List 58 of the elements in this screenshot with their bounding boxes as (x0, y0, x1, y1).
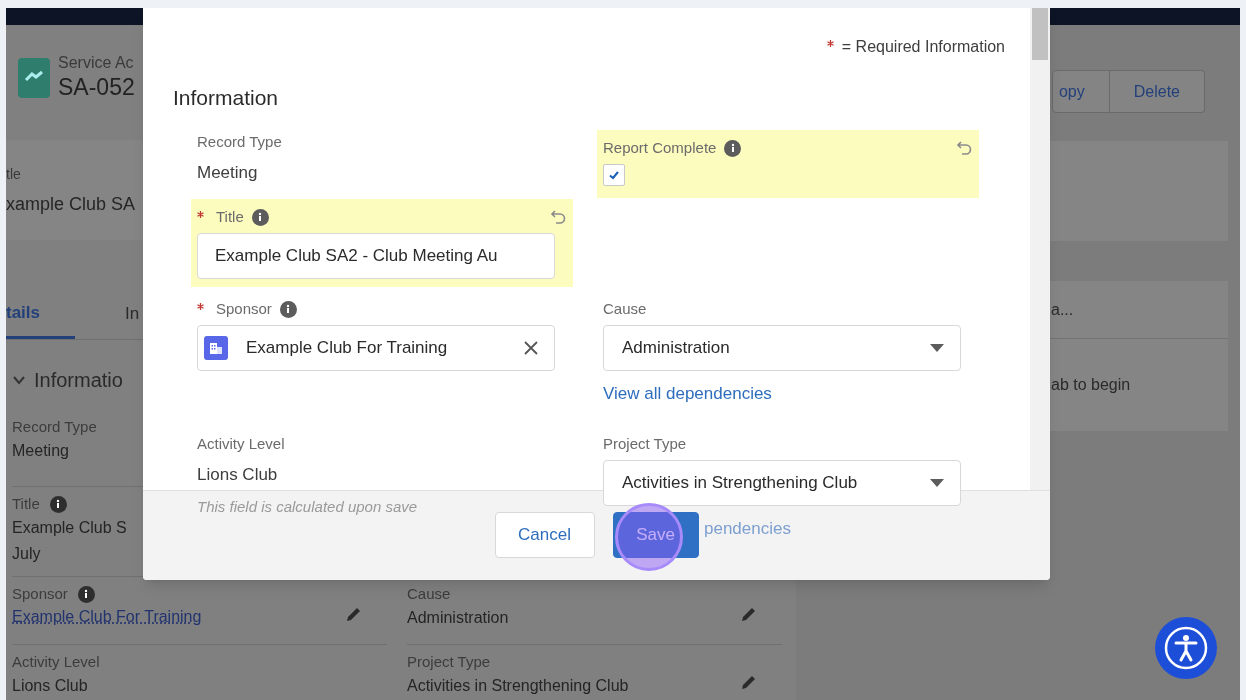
field-value: Meeting (12, 441, 69, 461)
checkbox[interactable] (603, 164, 625, 186)
field-label: Record Type (197, 131, 282, 152)
scrollbar[interactable] (1030, 8, 1050, 490)
tab[interactable]: In (125, 289, 140, 339)
field-label: Project Type (407, 651, 491, 672)
caret-icon (930, 478, 944, 488)
lookup-field[interactable]: Example Club For Training (197, 325, 555, 371)
caret-icon (930, 343, 944, 353)
dependencies-link[interactable]: pendencies (704, 516, 791, 542)
field-value: Administration (407, 608, 509, 628)
dependencies-link[interactable]: View all dependencies (603, 381, 772, 407)
field-label: Sponsor (216, 298, 272, 319)
title-input[interactable]: Example Club SA2 - Club Meeting Au (197, 233, 555, 279)
field-value: xample Club SA (6, 193, 136, 216)
dropdown-field[interactable]: Activities in Strengthening Club (603, 460, 961, 506)
field-value: Lions Club (197, 464, 278, 486)
clear-icon[interactable] (524, 341, 538, 355)
action-button[interactable]: Delete (1109, 70, 1205, 113)
pencil-icon[interactable] (345, 605, 363, 623)
action-button[interactable]: opy (1051, 70, 1110, 113)
field-label: Cause (407, 583, 451, 604)
sponsor-link[interactable]: Example Club For Training (12, 605, 202, 629)
field-label: tle (6, 165, 21, 184)
undo-icon[interactable] (955, 139, 973, 157)
field-label: Project Type (603, 433, 687, 454)
empty-message: ab to begin (1051, 376, 1131, 393)
section-title: Information (172, 85, 280, 110)
field-label: Title (12, 493, 40, 514)
scrollbar-thumb[interactable] (1032, 8, 1048, 60)
field-value: Activities in Strengthening Club (407, 676, 629, 696)
tab[interactable]: a... (1051, 297, 1074, 322)
field-hint: This field is calculated upon save (197, 496, 418, 517)
field-label: Report Complete (603, 137, 717, 158)
building-icon (204, 336, 228, 360)
field-value: Lions Club (12, 676, 88, 696)
tab[interactable]: tails (6, 289, 75, 339)
object-label: Service Ac (58, 53, 135, 74)
record-name: SA-052 (58, 73, 135, 102)
field-label: Activity Level (197, 433, 285, 454)
checkmark-icon (608, 169, 620, 181)
dropdown-field[interactable]: Administration (603, 325, 961, 371)
field-label: Cause (603, 298, 647, 319)
field-value: Example Club S July (12, 518, 127, 564)
save-button[interactable]: Save (612, 512, 699, 558)
undo-icon[interactable] (549, 208, 567, 226)
pencil-icon[interactable] (740, 605, 758, 623)
field-label: Sponsor (12, 583, 68, 604)
field-label: Title (216, 206, 244, 227)
record-icon (18, 57, 50, 98)
field-label: Activity Level (12, 651, 100, 672)
required-legend: = Required Information (841, 35, 1005, 59)
field-value: Meeting (197, 162, 258, 184)
field-label: Record Type (12, 416, 97, 437)
section-header[interactable]: Informatio (6, 366, 123, 394)
cancel-button[interactable]: Cancel (494, 512, 595, 558)
pencil-icon[interactable] (740, 673, 758, 691)
required-asterisk-icon (826, 39, 834, 47)
